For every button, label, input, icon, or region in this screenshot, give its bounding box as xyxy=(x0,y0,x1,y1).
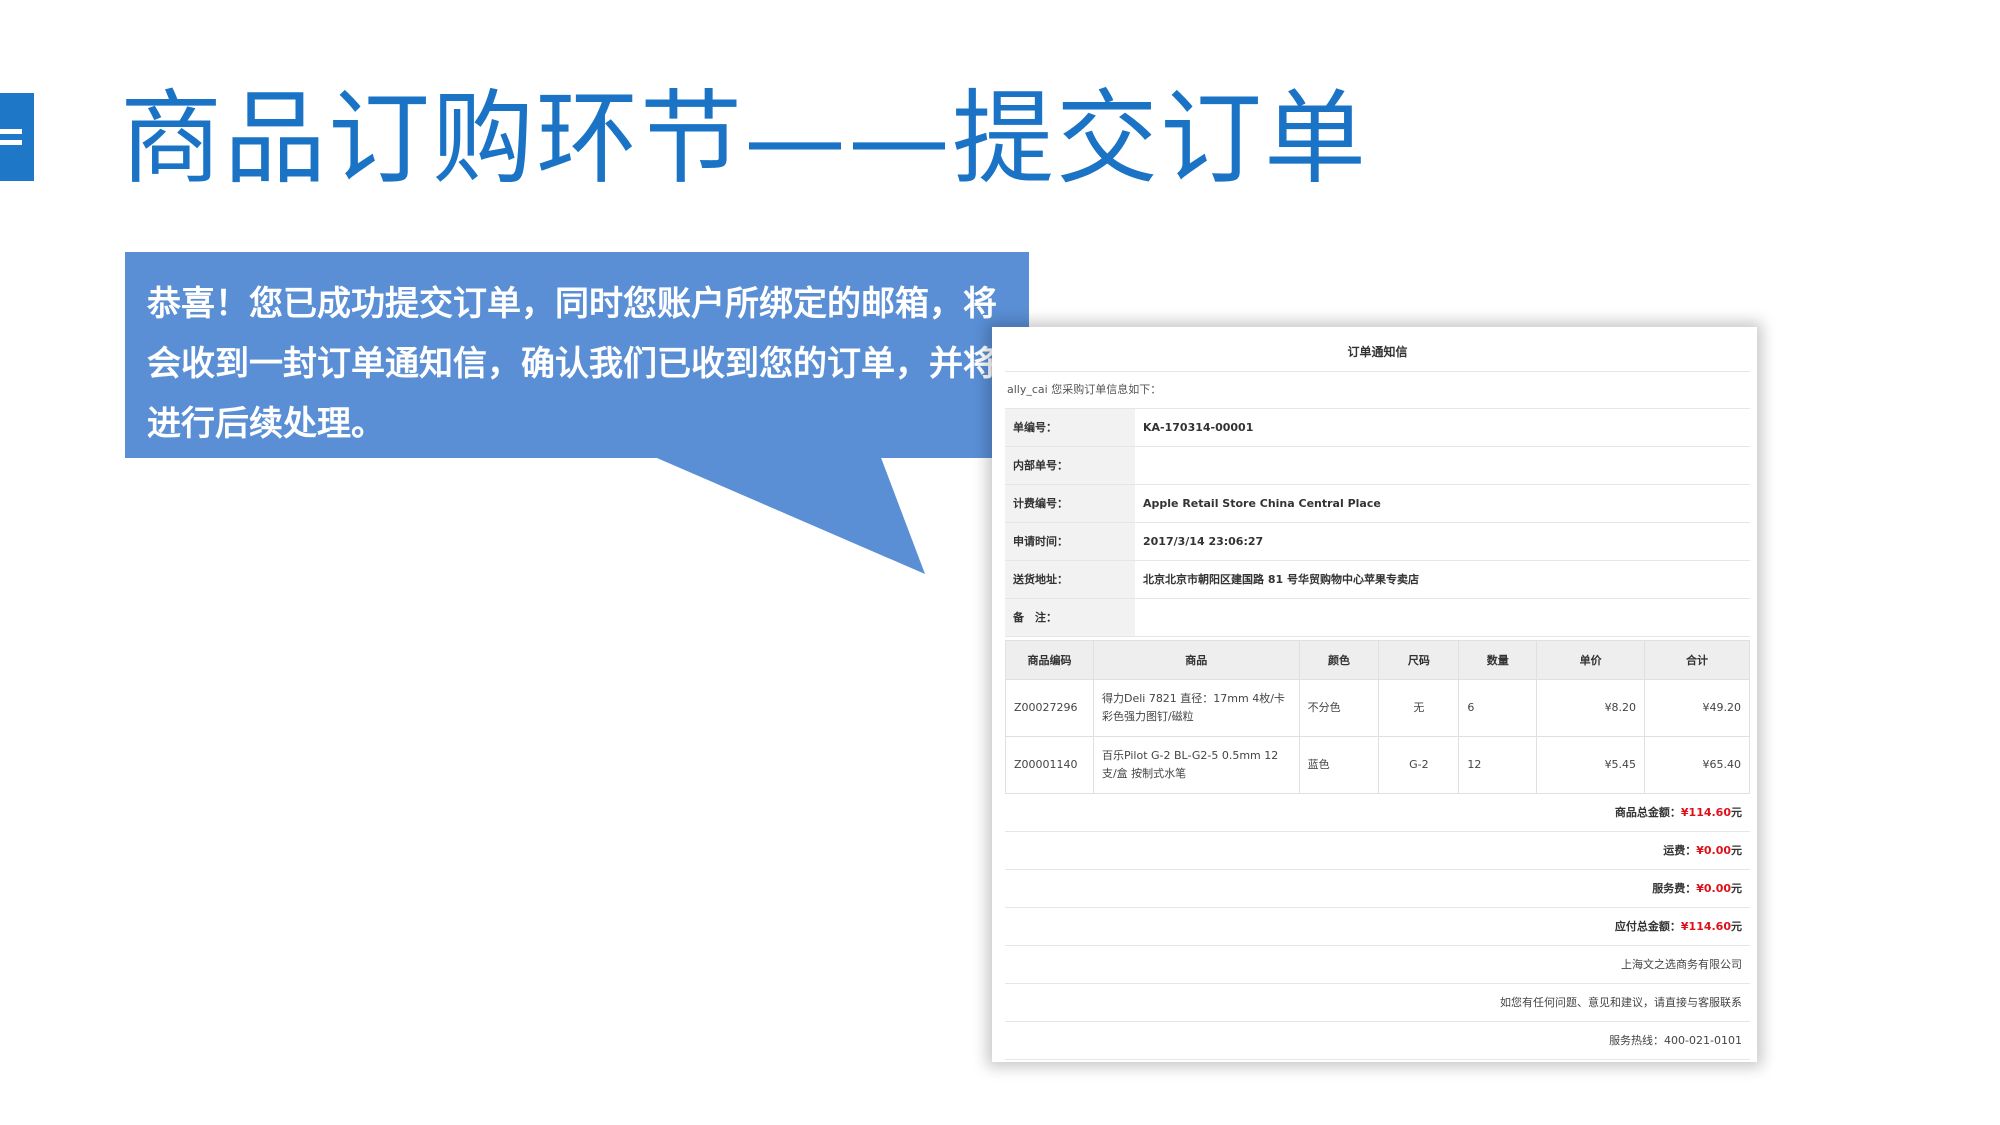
info-value: Apple Retail Store China Central Place xyxy=(1143,497,1381,510)
item-size: G-2 xyxy=(1378,736,1460,794)
summary-amount: ¥0.00 xyxy=(1696,882,1731,895)
item-qty: 6 xyxy=(1458,679,1538,737)
callout-text: 恭喜！您已成功提交订单，同时您账户所绑定的邮箱，将会收到一封订单通知信，确认我们… xyxy=(147,284,997,444)
info-row-remarks: 备 注： xyxy=(1005,599,1750,637)
table-row: Z00027296 得力Deli 7821 直径：17mm 4枚/卡 彩色强力图… xyxy=(1005,679,1750,737)
summary-unit: 元 xyxy=(1731,882,1742,895)
summary-amount: ¥0.00 xyxy=(1696,844,1731,857)
summary-amount: ¥114.60 xyxy=(1680,920,1731,933)
info-label: 备 注： xyxy=(1005,599,1135,636)
summary-label: 服务费： xyxy=(1652,882,1697,895)
item-price: ¥8.20 xyxy=(1536,679,1646,737)
column-header: 合计 xyxy=(1644,640,1750,680)
info-label: 计费编号： xyxy=(1005,485,1135,522)
table-header-row: 商品编码 商品 颜色 尺码 数量 单价 合计 xyxy=(1005,640,1750,680)
summary-amount: ¥114.60 xyxy=(1680,806,1731,819)
column-header: 数量 xyxy=(1458,640,1538,680)
summary-label: 商品总金额： xyxy=(1614,806,1681,819)
item-name: 百乐Pilot G-2 BL-G2-5 0.5mm 12支/盒 按制式水笔 xyxy=(1092,736,1300,794)
slide-title: 商品订购环节——提交订单 xyxy=(120,80,1368,199)
item-color: 不分色 xyxy=(1298,679,1380,737)
info-row-internal-number: 内部单号： xyxy=(1005,447,1750,485)
column-header: 尺码 xyxy=(1378,640,1460,680)
order-items-table: 商品编码 商品 颜色 尺码 数量 单价 合计 Z00027296 得力Deli … xyxy=(1005,640,1750,794)
info-value xyxy=(1135,447,1750,484)
item-total: ¥65.40 xyxy=(1644,736,1750,794)
summary-unit: 元 xyxy=(1731,806,1742,819)
item-code: Z00027296 xyxy=(1005,679,1094,737)
info-row-address: 送货地址： 北京北京市朝阳区建国路 81 号华贸购物中心苹果专卖店 xyxy=(1005,561,1750,599)
column-header: 商品编码 xyxy=(1005,640,1094,680)
summary-service-fee: 服务费：¥0.00元 xyxy=(1005,870,1750,908)
column-header: 商品 xyxy=(1092,640,1300,680)
info-value: 北京北京市朝阳区建国路 81 号华贸购物中心苹果专卖店 xyxy=(1143,573,1419,586)
email-title: 订单通知信 xyxy=(1347,345,1408,359)
summary-goods-total: 商品总金额：¥114.60元 xyxy=(1005,794,1750,832)
slide-accent-bar xyxy=(0,93,34,181)
item-code: Z00001140 xyxy=(1005,736,1094,794)
info-value: 2017/3/14 23:06:27 xyxy=(1143,535,1264,548)
info-value: KA-170314-00001 xyxy=(1143,421,1254,434)
summary-label: 应付总金额： xyxy=(1614,920,1681,933)
footer-note: 如您有任何问题、意见和建议，请直接与客服联系 xyxy=(1005,984,1750,1022)
info-value xyxy=(1135,599,1750,636)
callout-box: 恭喜！您已成功提交订单，同时您账户所绑定的邮箱，将会收到一封订单通知信，确认我们… xyxy=(125,252,1029,458)
accent-line xyxy=(0,129,22,134)
footer-company: 上海文之选商务有限公司 xyxy=(1005,946,1750,984)
item-size: 无 xyxy=(1378,679,1460,737)
column-header: 颜色 xyxy=(1298,640,1380,680)
info-row-request-time: 申请时间： 2017/3/14 23:06:27 xyxy=(1005,523,1750,561)
email-greeting: ally_cai 您采购订单信息如下： xyxy=(1005,371,1750,409)
item-total: ¥49.20 xyxy=(1644,679,1750,737)
info-label: 申请时间： xyxy=(1005,523,1135,560)
footer-hotline: 服务热线：400-021-0101 xyxy=(1005,1022,1750,1060)
info-label: 内部单号： xyxy=(1005,447,1135,484)
summary-amount-due: 应付总金额：¥114.60元 xyxy=(1005,908,1750,946)
info-label: 单编号： xyxy=(1005,409,1135,446)
summary-unit: 元 xyxy=(1731,844,1742,857)
info-label: 送货地址： xyxy=(1005,561,1135,598)
column-header: 单价 xyxy=(1536,640,1646,680)
email-content: 订单通知信 ally_cai 您采购订单信息如下： 单编号： KA-170314… xyxy=(1005,333,1750,1060)
item-qty: 12 xyxy=(1458,736,1538,794)
accent-line xyxy=(0,140,22,145)
summary-label: 运费： xyxy=(1663,844,1697,857)
item-price: ¥5.45 xyxy=(1536,736,1646,794)
summary-shipping: 运费：¥0.00元 xyxy=(1005,832,1750,870)
summary-unit: 元 xyxy=(1731,920,1742,933)
info-row-order-number: 单编号： KA-170314-00001 xyxy=(1005,409,1750,447)
item-color: 蓝色 xyxy=(1298,736,1380,794)
info-row-billing-number: 计费编号： Apple Retail Store China Central P… xyxy=(1005,485,1750,523)
order-email-screenshot: 订单通知信 ally_cai 您采购订单信息如下： 单编号： KA-170314… xyxy=(992,327,1757,1062)
item-name: 得力Deli 7821 直径：17mm 4枚/卡 彩色强力图钉/磁粒 xyxy=(1092,679,1300,737)
table-row: Z00001140 百乐Pilot G-2 BL-G2-5 0.5mm 12支/… xyxy=(1005,736,1750,794)
